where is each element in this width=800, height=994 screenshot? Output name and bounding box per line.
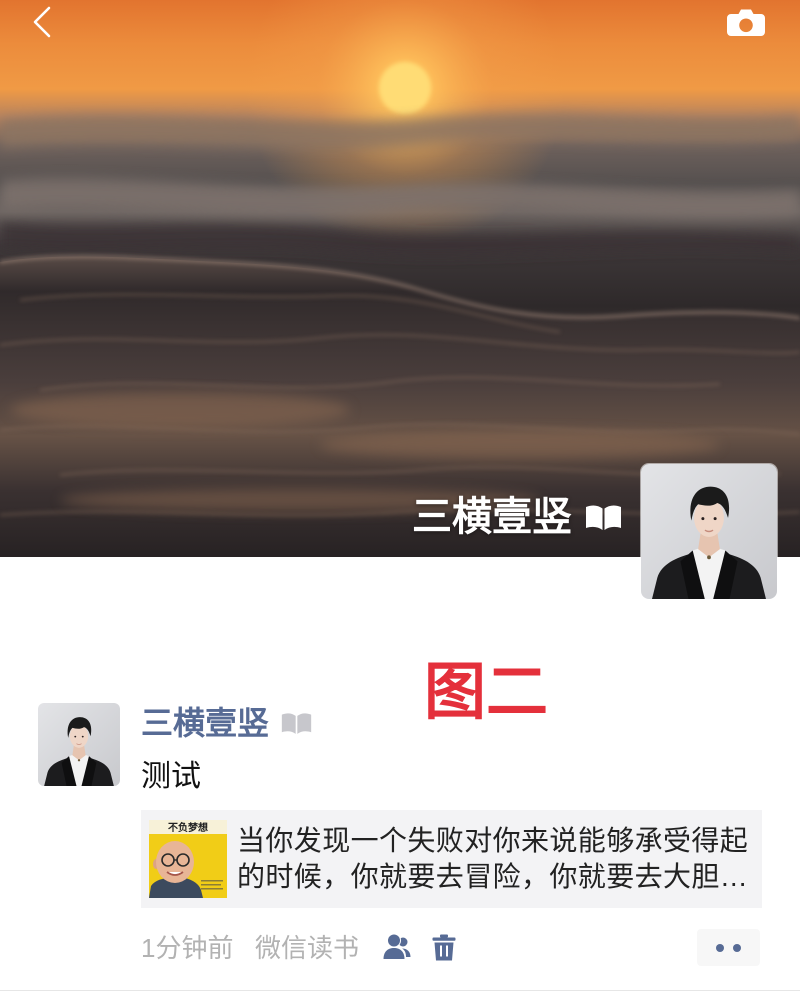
camera-button[interactable] [726, 7, 766, 37]
comment-like-button[interactable] [697, 929, 760, 966]
book-cover-image: 不负梦想 [149, 820, 227, 898]
profile-avatar[interactable] [641, 464, 777, 599]
trash-icon [432, 934, 456, 961]
back-button[interactable] [31, 6, 53, 38]
book-icon [281, 713, 312, 734]
more-dots-icon [716, 944, 741, 952]
visibility-button[interactable] [383, 933, 411, 960]
post-author-avatar[interactable] [38, 703, 120, 786]
source-app-link[interactable]: 微信读书 [255, 931, 359, 965]
camera-icon [727, 9, 765, 36]
book-cover-title: 不负梦想 [168, 821, 208, 834]
post-author-row: 三横壹竖 [141, 702, 312, 744]
cover-username: 三横壹竖 [412, 495, 572, 539]
divider [0, 990, 800, 991]
shared-link-card[interactable]: 不负梦想 当你发现一个失败对你来说能够承受得起的时候，你就要去冒险，你就要去大胆… [141, 810, 762, 908]
person-icon [383, 933, 411, 959]
delete-button[interactable] [432, 934, 456, 961]
post-author-name[interactable]: 三横壹竖 [141, 702, 269, 744]
chevron-left-icon [33, 6, 51, 38]
figure-annotation: 图二 [424, 658, 549, 727]
book-icon [586, 505, 621, 530]
avatar-photo [641, 464, 777, 599]
cover-profile-name: 三横壹竖 [412, 492, 622, 542]
avatar-photo [38, 703, 120, 786]
post-timestamp: 1分钟前 [141, 933, 234, 963]
link-title: 当你发现一个失败对你来说能够承受得起的时候，你就要去冒险，你就要去大胆… [237, 825, 749, 892]
book-cover-thumbnail: 不负梦想 [149, 820, 227, 898]
moments-page: 三横壹竖 图二 三横壹竖 测试 不负梦想 当你发现一个失败对你来说能够承受得起的… [0, 0, 800, 994]
post-text: 测试 [141, 760, 201, 793]
